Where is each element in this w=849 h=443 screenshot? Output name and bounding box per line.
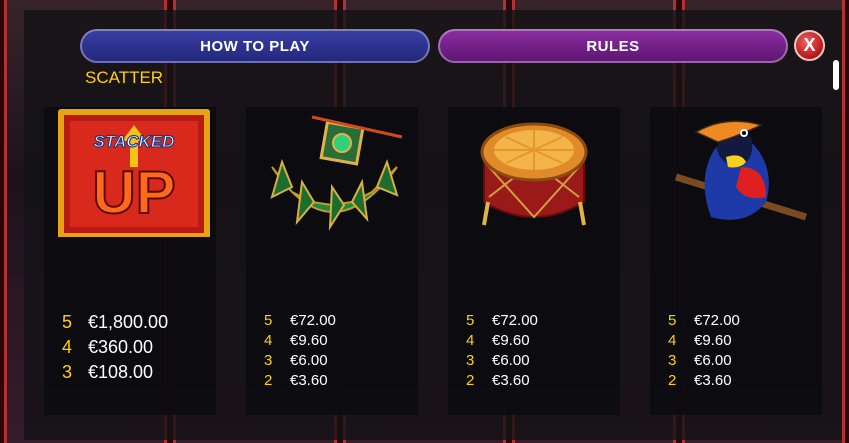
pay-amount: €3.60	[290, 372, 328, 389]
paytable-card-drum: 5 €72.00 4 €9.60 3 €6.00 2 €3.60	[448, 107, 620, 415]
pay-count: 4	[466, 332, 475, 349]
pay-row: 3 €6.00	[264, 352, 328, 369]
stacked-up-scatter-icon: STACKED UP	[58, 109, 210, 237]
pay-amount: €6.00	[694, 352, 732, 369]
pay-amount: €1,800.00	[88, 312, 169, 332]
pay-count: 5	[668, 312, 677, 329]
pay-row: 4 €9.60	[466, 332, 530, 349]
pay-amount: €9.60	[492, 332, 530, 349]
pay-count: 4	[62, 337, 73, 357]
pay-count: 5	[62, 312, 73, 332]
section-title-scatter: SCATTER	[85, 68, 164, 87]
pay-amount: €72.00	[290, 312, 336, 329]
pay-count: 2	[264, 372, 273, 389]
pay-count: 2	[668, 372, 677, 389]
close-icon: X	[803, 35, 816, 55]
pay-amount: €6.00	[492, 352, 530, 369]
pay-row: 5 €72.00	[466, 312, 538, 329]
tab-rules[interactable]: RULES	[438, 29, 788, 63]
pay-amount: €9.60	[694, 332, 732, 349]
toucan-icon	[674, 120, 808, 221]
pay-count: 5	[466, 312, 475, 329]
pay-row: 2 €3.60	[264, 372, 328, 389]
pay-row: 5 €72.00	[668, 312, 740, 329]
pay-row: 4 €360.00	[62, 337, 153, 358]
pay-row: 3 €108.00	[62, 362, 153, 383]
paytable-card-fan: 5 €72.00 4 €9.60 3 €6.00 2 €3.60	[246, 107, 418, 415]
drum-icon	[480, 122, 588, 226]
pay-amount: €3.60	[694, 372, 732, 389]
pay-amount: €3.60	[492, 372, 530, 389]
pay-row: 4 €9.60	[668, 332, 732, 349]
fan-mask-icon	[270, 115, 403, 231]
scrollbar[interactable]	[833, 60, 839, 90]
pay-amount: €72.00	[694, 312, 740, 329]
svg-text:UP: UP	[92, 159, 175, 226]
pay-count: 3	[668, 352, 677, 369]
pay-count: 2	[466, 372, 475, 389]
pay-row: 3 €6.00	[466, 352, 530, 369]
pay-amount: €6.00	[290, 352, 328, 369]
pay-amount: €9.60	[290, 332, 328, 349]
pay-count: 3	[62, 362, 73, 382]
pay-count: 5	[264, 312, 273, 329]
pay-count: 4	[264, 332, 273, 349]
pay-row: 2 €3.60	[466, 372, 530, 389]
pay-amount: €108.00	[88, 362, 154, 382]
pay-count: 3	[466, 352, 475, 369]
pay-count: 4	[668, 332, 677, 349]
svg-text:STACKED: STACKED	[94, 132, 175, 151]
paytable-card-toucan: 5 €72.00 4 €9.60 3 €6.00 2 €3.60	[650, 107, 822, 415]
pay-row: 4 €9.60	[264, 332, 328, 349]
pay-row: 2 €3.60	[668, 372, 732, 389]
pay-count: 3	[264, 352, 273, 369]
pay-amount: €72.00	[492, 312, 538, 329]
pay-row: 5 €1,800.00	[62, 312, 168, 333]
pay-row: 5 €72.00	[264, 312, 336, 329]
paytable-card-scatter: STACKED UP 5 €1,800.00 4 €360.00 3 €108.00	[44, 107, 216, 415]
close-button[interactable]: X	[794, 30, 825, 61]
tab-how-to-play[interactable]: HOW TO PLAY	[80, 29, 430, 63]
pay-amount: €360.00	[88, 337, 154, 357]
pay-row: 3 €6.00	[668, 352, 732, 369]
